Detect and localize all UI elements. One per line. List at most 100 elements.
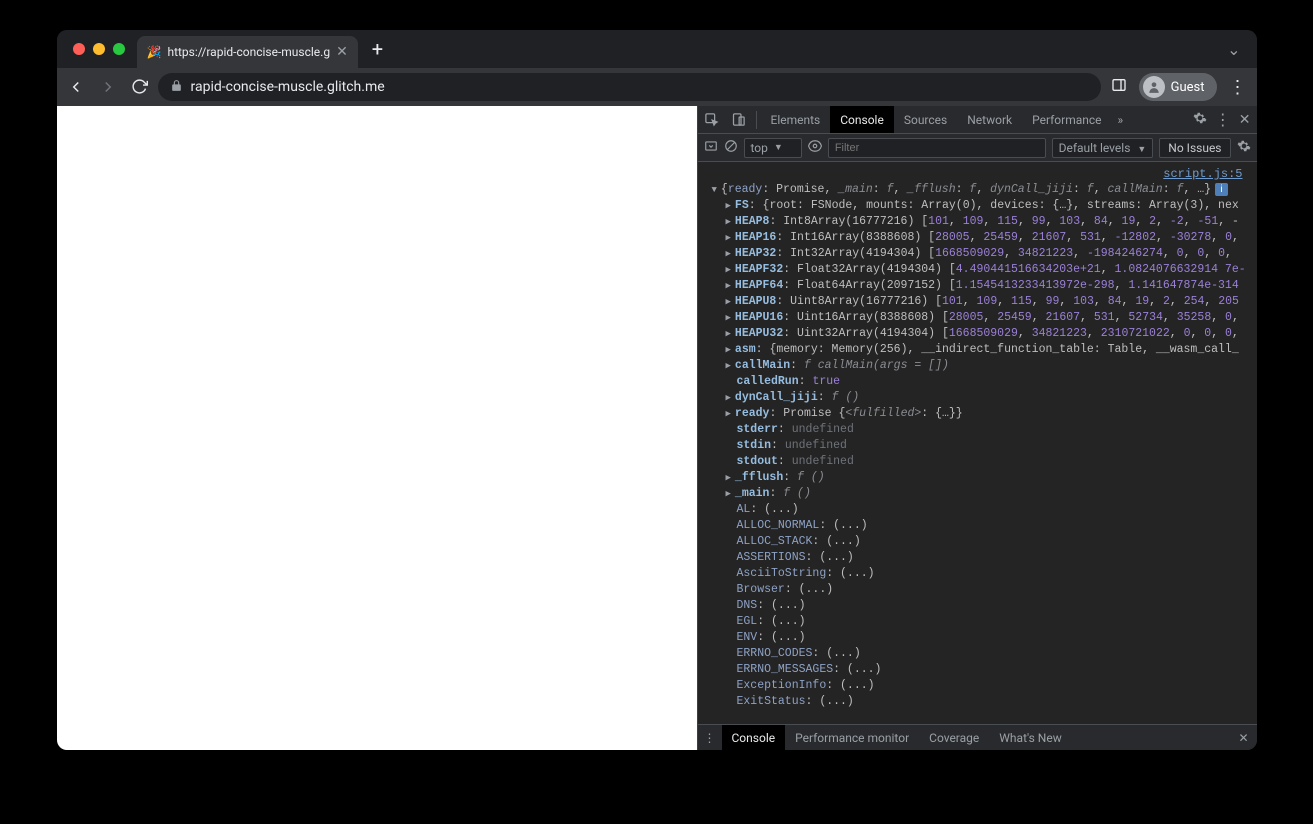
devtools-panel: ElementsConsoleSourcesNetworkPerformance…: [697, 106, 1257, 750]
expand-arrow-icon[interactable]: [726, 279, 735, 292]
expand-arrow-icon[interactable]: [726, 295, 735, 308]
console-property-row[interactable]: ENV: (...): [704, 630, 1257, 646]
expand-arrow-icon[interactable]: [726, 231, 735, 244]
console-settings-icon[interactable]: [1237, 139, 1251, 156]
console-property-row[interactable]: stdout: undefined: [704, 454, 1257, 470]
console-property-row[interactable]: ERRNO_CODES: (...): [704, 646, 1257, 662]
console-property-row[interactable]: _main: f (): [704, 486, 1257, 502]
forward-button[interactable]: [99, 78, 117, 96]
window-maximize-button[interactable]: [113, 43, 125, 55]
browser-menu-icon[interactable]: ⋮: [1229, 77, 1247, 98]
devtools-tabs: ElementsConsoleSourcesNetworkPerformance: [761, 106, 1112, 133]
drawer-tab-coverage[interactable]: Coverage: [919, 725, 989, 750]
page-content[interactable]: [57, 106, 697, 750]
drawer-tab-what-s-new[interactable]: What's New: [989, 725, 1071, 750]
expand-arrow-icon[interactable]: [726, 311, 735, 324]
log-levels-dropdown[interactable]: Default levels ▼: [1052, 138, 1154, 158]
drawer-close-icon[interactable]: ✕: [1230, 731, 1256, 745]
execution-context-dropdown[interactable]: top ▼: [744, 138, 802, 158]
object-summary-row[interactable]: {ready: Promise, _main: f, _fflush: f, d…: [704, 182, 1257, 198]
console-property-row[interactable]: HEAPU16: Uint16Array(8388608) [28005, 25…: [704, 310, 1257, 326]
devtools-tab-network[interactable]: Network: [957, 106, 1022, 133]
console-property-row[interactable]: callMain: f callMain(args = []): [704, 358, 1257, 374]
expand-arrow-icon[interactable]: [726, 215, 735, 228]
expand-arrow-icon[interactable]: [726, 359, 735, 372]
devtools-overflow-icon[interactable]: »: [1112, 106, 1130, 133]
lock-icon: [170, 79, 183, 96]
avatar-icon: [1143, 76, 1165, 98]
console-property-row[interactable]: ExitStatus: (...): [704, 694, 1257, 710]
window-minimize-button[interactable]: [93, 43, 105, 55]
expand-arrow-icon[interactable]: [726, 247, 735, 260]
console-property-row[interactable]: _fflush: f (): [704, 470, 1257, 486]
drawer-tab-performance-monitor[interactable]: Performance monitor: [785, 725, 919, 750]
device-toggle-icon[interactable]: [725, 106, 752, 133]
drawer-menu-icon[interactable]: ⋮: [698, 725, 722, 751]
expand-arrow-icon[interactable]: [726, 327, 735, 340]
console-property-row[interactable]: DNS: (...): [704, 598, 1257, 614]
url-text: rapid-concise-muscle.glitch.me: [191, 79, 385, 95]
devtools-tab-console[interactable]: Console: [830, 106, 894, 133]
issues-button[interactable]: No Issues: [1159, 138, 1230, 158]
main-area: ElementsConsoleSourcesNetworkPerformance…: [57, 106, 1257, 750]
console-property-row[interactable]: ALLOC_STACK: (...): [704, 534, 1257, 550]
browser-window: 🎉 https://rapid-concise-muscle.g ✕ + ⌄ r…: [57, 30, 1257, 750]
console-property-row[interactable]: AsciiToString: (...): [704, 566, 1257, 582]
source-link[interactable]: script.js:5: [1163, 167, 1242, 181]
console-property-row[interactable]: ERRNO_MESSAGES: (...): [704, 662, 1257, 678]
console-property-row[interactable]: Browser: (...): [704, 582, 1257, 598]
console-property-row[interactable]: ALLOC_NORMAL: (...): [704, 518, 1257, 534]
expand-arrow-icon[interactable]: [726, 199, 735, 212]
expand-arrow-icon[interactable]: [726, 263, 735, 276]
expand-arrow-icon[interactable]: [712, 183, 721, 196]
live-expression-icon[interactable]: [808, 139, 822, 156]
info-badge-icon[interactable]: i: [1215, 183, 1228, 196]
expand-arrow-icon[interactable]: [726, 343, 735, 356]
console-property-row[interactable]: HEAPF32: Float32Array(4194304) [4.490441…: [704, 262, 1257, 278]
console-property-row[interactable]: dynCall_jiji: f (): [704, 390, 1257, 406]
console-property-row[interactable]: ASSERTIONS: (...): [704, 550, 1257, 566]
console-filter-input[interactable]: [828, 138, 1046, 158]
console-property-row[interactable]: HEAPU8: Uint8Array(16777216) [101, 109, …: [704, 294, 1257, 310]
console-property-row[interactable]: FS: {root: FSNode, mounts: Array(0), dev…: [704, 198, 1257, 214]
console-property-row[interactable]: ExceptionInfo: (...): [704, 678, 1257, 694]
console-property-row[interactable]: calledRun: true: [704, 374, 1257, 390]
console-property-row[interactable]: HEAP16: Int16Array(8388608) [28005, 2545…: [704, 230, 1257, 246]
console-property-row[interactable]: HEAP32: Int32Array(4194304) [1668509029,…: [704, 246, 1257, 262]
console-property-row[interactable]: ready: Promise {<fulfilled>: {…}}: [704, 406, 1257, 422]
console-property-row[interactable]: EGL: (...): [704, 614, 1257, 630]
devtools-tab-elements[interactable]: Elements: [761, 106, 831, 133]
devtools-menu-icon[interactable]: ⋮: [1215, 110, 1231, 129]
reload-button[interactable]: [131, 78, 148, 96]
clear-console-icon[interactable]: [724, 139, 738, 156]
console-output[interactable]: script.js:5 {ready: Promise, _main: f, _…: [698, 162, 1257, 724]
chevron-down-icon: ▼: [774, 142, 783, 153]
window-close-button[interactable]: [73, 43, 85, 55]
new-tab-button[interactable]: +: [372, 37, 383, 61]
devtools-close-icon[interactable]: ✕: [1239, 112, 1251, 128]
devtools-tab-sources[interactable]: Sources: [894, 106, 957, 133]
inspect-element-icon[interactable]: [698, 106, 725, 133]
back-button[interactable]: [67, 78, 85, 96]
console-property-row[interactable]: HEAPU32: Uint32Array(4194304) [166850902…: [704, 326, 1257, 342]
devtools-tab-performance[interactable]: Performance: [1022, 106, 1111, 133]
url-field[interactable]: rapid-concise-muscle.glitch.me: [158, 73, 1101, 101]
expand-arrow-icon[interactable]: [726, 407, 735, 420]
expand-arrow-icon[interactable]: [726, 391, 735, 404]
expand-arrow-icon[interactable]: [726, 487, 735, 500]
browser-tab[interactable]: 🎉 https://rapid-concise-muscle.g ✕: [137, 36, 358, 68]
console-property-row[interactable]: HEAP8: Int8Array(16777216) [101, 109, 11…: [704, 214, 1257, 230]
console-property-row[interactable]: HEAPF64: Float64Array(2097152) [1.154541…: [704, 278, 1257, 294]
console-property-row[interactable]: asm: {memory: Memory(256), __indirect_fu…: [704, 342, 1257, 358]
console-sidebar-toggle-icon[interactable]: [704, 139, 718, 156]
console-property-row[interactable]: AL: (...): [704, 502, 1257, 518]
tabs-dropdown-icon[interactable]: ⌄: [1227, 40, 1240, 59]
panel-toggle-icon[interactable]: [1111, 77, 1127, 97]
settings-icon[interactable]: [1193, 111, 1207, 128]
profile-chip[interactable]: Guest: [1139, 73, 1217, 101]
drawer-tab-console[interactable]: Console: [722, 725, 786, 750]
console-property-row[interactable]: stderr: undefined: [704, 422, 1257, 438]
tab-close-icon[interactable]: ✕: [336, 44, 348, 60]
expand-arrow-icon[interactable]: [726, 471, 735, 484]
console-property-row[interactable]: stdin: undefined: [704, 438, 1257, 454]
